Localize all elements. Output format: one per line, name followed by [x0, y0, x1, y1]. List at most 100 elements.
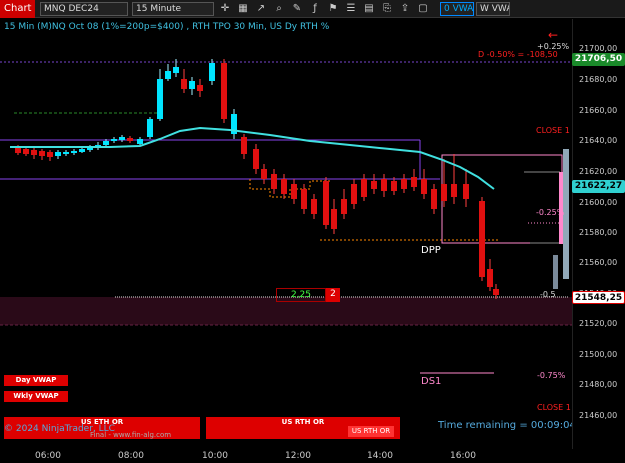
price-tick-label: 21560,00: [579, 258, 618, 267]
price-axis[interactable]: 21700,00 21680,00 21660,00 21640,00 21620,00…: [572, 19, 625, 449]
candle-body: [63, 152, 69, 154]
candle-body: [31, 150, 37, 155]
watermark-text: Final - www.fin-alg.com: [90, 431, 172, 439]
candle-body: [79, 149, 85, 152]
candle-body: [411, 177, 417, 187]
candle-body: [127, 138, 133, 141]
close-label: CLOSE 1: [536, 126, 570, 135]
close-label-2: CLOSE 1: [537, 403, 571, 412]
price-tick-label: 21580,00: [579, 228, 618, 237]
candle-body: [341, 199, 347, 214]
indicators-icon[interactable]: ƒ: [308, 2, 322, 16]
candle-body: [197, 85, 203, 91]
price-tick-label: 21600,00: [579, 198, 618, 207]
time-tick-label: 06:00: [35, 451, 61, 461]
candle-body: [271, 174, 277, 189]
candle-body: [371, 181, 377, 189]
orange-step-line: [249, 179, 331, 198]
crosshair-icon[interactable]: ✛: [218, 2, 232, 16]
properties-icon[interactable]: ☰: [344, 2, 358, 16]
wkly-vwap-button[interactable]: Wkly VWAP: [4, 391, 68, 402]
candle-body: [119, 137, 125, 140]
attach-icon[interactable]: ⎘: [380, 2, 394, 16]
time-remaining: Time remaining = 00:09:04: [438, 420, 576, 431]
high-price-badge: 21706,50: [572, 53, 625, 66]
time-tick-label: 12:00: [285, 451, 311, 461]
candle-body: [421, 179, 427, 194]
candle-body: [209, 63, 215, 81]
candle-body: [441, 184, 447, 201]
zoom-icon[interactable]: ⌕: [272, 2, 286, 16]
order-quantity-box[interactable]: 2,25: [276, 288, 326, 302]
candle-body: [261, 169, 267, 179]
arrow-left-icon: ←: [548, 28, 558, 42]
candle-body: [351, 184, 357, 204]
candle-body: [165, 71, 171, 79]
candle-body: [55, 152, 61, 156]
candle-body: [189, 81, 195, 89]
candle-body: [157, 79, 163, 119]
price-tick-label: 21680,00: [579, 75, 618, 84]
dpp-label: DPP: [421, 245, 441, 256]
day-vwap-button[interactable]: Day VWAP: [4, 375, 68, 386]
time-tick-label: 16:00: [450, 451, 476, 461]
minus-05-label: -0.5: [540, 290, 556, 299]
toolbar: Chart MNQ DEC24 15 Minute ✛ ▦ ↗ ⌕ ✎ ƒ ⚑ …: [0, 0, 625, 18]
time-tick-label: 10:00: [202, 451, 228, 461]
price-chart[interactable]: ←: [0, 19, 572, 449]
candle-body: [221, 63, 227, 119]
candle-body: [281, 179, 287, 194]
interval-selector[interactable]: 15 Minute: [132, 2, 214, 16]
instrument-selector[interactable]: MNQ DEC24: [40, 2, 128, 16]
candle-body: [331, 209, 337, 229]
chart-title: 15 Min (M)NQ Oct 08 (1%=200p=$400) , RTH…: [4, 22, 330, 32]
candle-body: [381, 179, 387, 191]
vwap-button[interactable]: 0 VWAP: [440, 2, 474, 16]
price-tick-label: 21500,00: [579, 350, 618, 359]
drawdown-label: D -0.50% = -108,50: [478, 50, 558, 59]
candle-body: [71, 151, 77, 153]
last-price-badge: 21548,25: [572, 291, 625, 304]
candle-body: [451, 184, 457, 197]
order-count-badge[interactable]: 2: [326, 288, 340, 302]
candle-body: [111, 139, 117, 141]
strategies-icon[interactable]: ⚑: [326, 2, 340, 16]
time-axis[interactable]: 06:00 08:00 10:00 12:00 14:00 16:00: [0, 449, 572, 463]
candle-body: [241, 137, 247, 154]
candle-body: [301, 189, 307, 209]
us-rth-or-small[interactable]: US RTH OR: [348, 426, 394, 437]
candle-body: [23, 149, 29, 154]
candle-body: [47, 152, 53, 157]
price-tick-label: 21460,00: [579, 411, 618, 420]
candle-body: [479, 201, 485, 277]
price-tick-label: 21480,00: [579, 380, 618, 389]
templates-icon[interactable]: ▤: [362, 2, 376, 16]
time-tick-label: 08:00: [118, 451, 144, 461]
candle-body: [487, 269, 493, 287]
chart-tab[interactable]: Chart: [0, 0, 36, 18]
candle-body: [173, 67, 179, 73]
candle-body: [323, 181, 329, 225]
candle-body: [493, 289, 499, 295]
minus-025-label: -0.25%: [536, 208, 565, 217]
candle-body: [401, 179, 407, 189]
minus-075-label: -0.75%: [537, 371, 566, 380]
candle-body: [311, 199, 317, 214]
candle-body: [181, 79, 187, 89]
ds1-label: DS1: [421, 376, 442, 387]
price-tick-label: 21520,00: [579, 319, 618, 328]
pencil-icon[interactable]: ✎: [290, 2, 304, 16]
data-box-icon[interactable]: ▦: [236, 2, 250, 16]
price-tick-label: 21700,00: [579, 44, 618, 53]
price-tick-label: 21640,00: [579, 136, 618, 145]
candle-body: [103, 141, 109, 145]
drawing-tools-icon[interactable]: ↗: [254, 2, 268, 16]
candle-body: [431, 189, 437, 209]
wvwap-button[interactable]: W VWAP: [476, 2, 510, 16]
candle-body: [291, 184, 297, 199]
candle-body: [463, 184, 469, 199]
window-icon[interactable]: ▢: [416, 2, 430, 16]
profile-bar: [553, 255, 558, 289]
share-icon[interactable]: ⇪: [398, 2, 412, 16]
candle-body: [361, 179, 367, 197]
